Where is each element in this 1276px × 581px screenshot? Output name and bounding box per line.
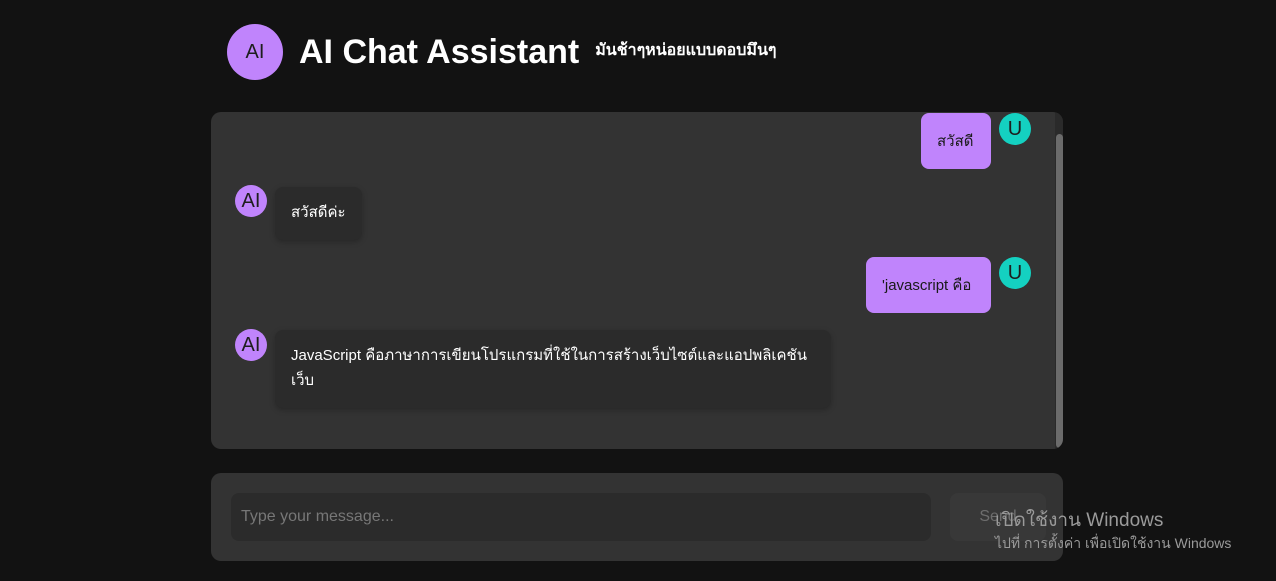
ai-avatar: AI	[235, 329, 267, 361]
app-subtitle: มันช้าๆหน่อยแบบดอบมึนๆ	[595, 41, 777, 59]
message-text: สวัสดีค่ะ	[291, 204, 346, 221]
user-avatar: U	[999, 113, 1031, 145]
message-composer: Send	[211, 473, 1063, 561]
chat-scrollbar-thumb[interactable]	[1056, 134, 1063, 448]
chat-app: AI AI Chat Assistant มันช้าๆหน่อยแบบดอบม…	[0, 0, 1276, 581]
ai-message-bubble: JavaScript คือภาษาการเขียนโปรแกรมที่ใช้ใ…	[275, 330, 831, 408]
ai-message-bubble: สวัสดีค่ะ	[275, 187, 362, 240]
chat-scrollbar-track[interactable]	[1055, 112, 1063, 449]
app-header: AI AI Chat Assistant มันช้าๆหน่อยแบบดอบม…	[227, 24, 776, 80]
user-avatar: U	[999, 257, 1031, 289]
send-button[interactable]: Send	[950, 493, 1046, 541]
ai-avatar: AI	[235, 185, 267, 217]
ai-logo-avatar: AI	[227, 24, 283, 80]
app-title: AI Chat Assistant	[299, 32, 580, 71]
chat-window[interactable]: สวัสดี U AI สวัสดีค่ะ 'javascript คือ U …	[211, 112, 1063, 449]
message-text: 'javascript คือ	[882, 276, 972, 294]
message-text: JavaScript คือภาษาการเขียนโปรแกรมที่ใช้ใ…	[291, 347, 807, 389]
user-message-bubble: สวัสดี	[921, 113, 991, 169]
user-message-bubble: 'javascript คือ	[866, 257, 991, 313]
message-text: สวัสดี	[937, 132, 974, 150]
message-input[interactable]	[231, 493, 931, 541]
